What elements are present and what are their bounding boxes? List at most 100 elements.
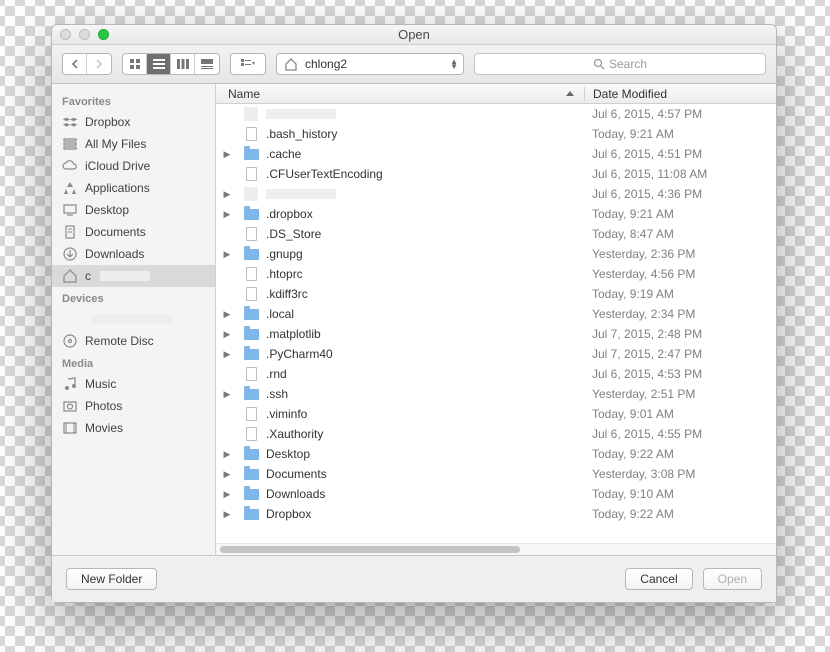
view-list-button[interactable] [147,54,171,74]
file-row[interactable]: ▶ Desktop Today, 9:22 AM [216,444,776,464]
file-row[interactable]: Jul 6, 2015, 4:57 PM [216,104,776,124]
column-header-date[interactable]: Date Modified [584,87,776,101]
folder-icon [242,147,260,161]
sidebar-item-c[interactable]: c [52,265,215,287]
open-button[interactable]: Open [703,568,762,590]
movies-icon [62,420,78,436]
file-row[interactable]: ▶.cacheJul 6, 2015, 4:51 PM [216,144,776,164]
view-mode-switcher [122,53,220,75]
disclosure-triangle[interactable]: ▶ [216,329,238,340]
disclosure-triangle[interactable]: ▶ [216,489,238,500]
forward-button[interactable] [87,54,111,74]
allfiles-icon [62,136,78,152]
file-name: .rnd [266,367,287,381]
view-columns-button[interactable] [171,54,195,74]
group-by-dropdown[interactable] [230,53,266,75]
file-name: .PyCharm40 [266,347,333,361]
folder-icon [242,207,260,221]
folder-icon [242,447,260,461]
file-row[interactable]: ▶.PyCharm40Jul 7, 2015, 2:47 PM [216,344,776,364]
file-row[interactable]: ▶.matplotlibJul 7, 2015, 2:48 PM [216,324,776,344]
column-header-name[interactable]: Name [216,87,584,101]
icloud-icon [62,158,78,174]
file-date: Today, 9:22 AM [584,447,776,461]
sidebar-item-label: Movies [85,421,123,435]
file-name: Desktop [266,447,310,461]
view-coverflow-button[interactable] [195,54,219,74]
sidebar-item-dropbox[interactable]: Dropbox [52,111,215,133]
file-date: Today, 9:21 AM [584,207,776,221]
disclosure-triangle[interactable]: ▶ [216,389,238,400]
disclosure-triangle[interactable]: ▶ [216,189,238,200]
sidebar-item-all-my-files[interactable]: All My Files [52,133,215,155]
file-row[interactable]: .XauthorityJul 6, 2015, 4:55 PM [216,424,776,444]
sidebar-item-label: Desktop [85,203,129,217]
disclosure-triangle[interactable]: ▶ [216,449,238,460]
search-field[interactable]: Search [474,53,766,75]
view-icons-button[interactable] [123,54,147,74]
file-row[interactable]: ▶.gnupgYesterday, 2:36 PM [216,244,776,264]
location-dropdown[interactable]: chlong2 ▲▼ [276,53,464,75]
file-row[interactable]: .htoprcYesterday, 4:56 PM [216,264,776,284]
file-row[interactable]: ▶Jul 6, 2015, 4:36 PM [216,184,776,204]
file-date: Yesterday, 2:34 PM [584,307,776,321]
nav-back-forward [62,53,112,75]
file-row[interactable]: ▶DocumentsYesterday, 3:08 PM [216,464,776,484]
file-row[interactable]: .viminfoToday, 9:01 AM [216,404,776,424]
disclosure-triangle[interactable]: ▶ [216,309,238,320]
file-row[interactable]: .kdiff3rcToday, 9:19 AM [216,284,776,304]
cancel-button[interactable]: Cancel [625,568,692,590]
file-date: Today, 9:22 AM [584,507,776,521]
sidebar-item-music[interactable]: Music [52,373,215,395]
apps-icon [62,180,78,196]
sidebar-item-desktop[interactable]: Desktop [52,199,215,221]
folder-icon [242,467,260,481]
new-folder-button[interactable]: New Folder [66,568,157,590]
file-date: Yesterday, 4:56 PM [584,267,776,281]
disc-icon [62,333,78,349]
sidebar-item-blank[interactable] [52,308,215,330]
window-title: Open [52,27,776,42]
sidebar-item-downloads[interactable]: Downloads [52,243,215,265]
file-row[interactable]: ▶.sshYesterday, 2:51 PM [216,384,776,404]
file-icon [242,107,260,121]
desktop-icon [62,202,78,218]
file-date: Jul 6, 2015, 4:57 PM [584,107,776,121]
blank-icon [62,311,78,327]
file-name: .bash_history [266,127,337,141]
sidebar-item-photos[interactable]: Photos [52,395,215,417]
sidebar-item-remote-disc[interactable]: Remote Disc [52,330,215,352]
file-icon [242,227,260,241]
file-row[interactable]: ▶DropboxToday, 9:22 AM [216,504,776,524]
disclosure-triangle[interactable]: ▶ [216,509,238,520]
sidebar-item-label: Documents [85,225,146,239]
back-button[interactable] [63,54,87,74]
disclosure-triangle[interactable]: ▶ [216,469,238,480]
file-row[interactable]: .CFUserTextEncodingJul 6, 2015, 11:08 AM [216,164,776,184]
file-row[interactable]: ▶DownloadsToday, 9:10 AM [216,484,776,504]
titlebar[interactable]: Open [52,25,776,45]
disclosure-triangle[interactable]: ▶ [216,149,238,160]
sidebar-item-label: Photos [85,399,122,413]
file-row[interactable]: .rndJul 6, 2015, 4:53 PM [216,364,776,384]
sidebar-item-icloud-drive[interactable]: iCloud Drive [52,155,215,177]
file-row[interactable]: .DS_StoreToday, 8:47 AM [216,224,776,244]
location-label: chlong2 [305,57,444,71]
file-icon [242,167,260,181]
file-icon [242,127,260,141]
disclosure-triangle[interactable]: ▶ [216,349,238,360]
sidebar-item-movies[interactable]: Movies [52,417,215,439]
file-row[interactable]: ▶.dropboxToday, 9:21 AM [216,204,776,224]
sidebar-item-applications[interactable]: Applications [52,177,215,199]
disclosure-triangle[interactable]: ▶ [216,249,238,260]
dialog-footer: New Folder Cancel Open [52,555,776,602]
disclosure-triangle[interactable]: ▶ [216,209,238,220]
file-list[interactable]: Jul 6, 2015, 4:57 PM.bash_historyToday, … [216,104,776,543]
file-date: Today, 9:01 AM [584,407,776,421]
file-row[interactable]: .bash_historyToday, 9:21 AM [216,124,776,144]
file-date: Jul 6, 2015, 11:08 AM [584,167,776,181]
sidebar-item-documents[interactable]: Documents [52,221,215,243]
horizontal-scrollbar[interactable] [216,543,776,555]
file-row[interactable]: ▶.localYesterday, 2:34 PM [216,304,776,324]
file-icon [242,187,260,201]
